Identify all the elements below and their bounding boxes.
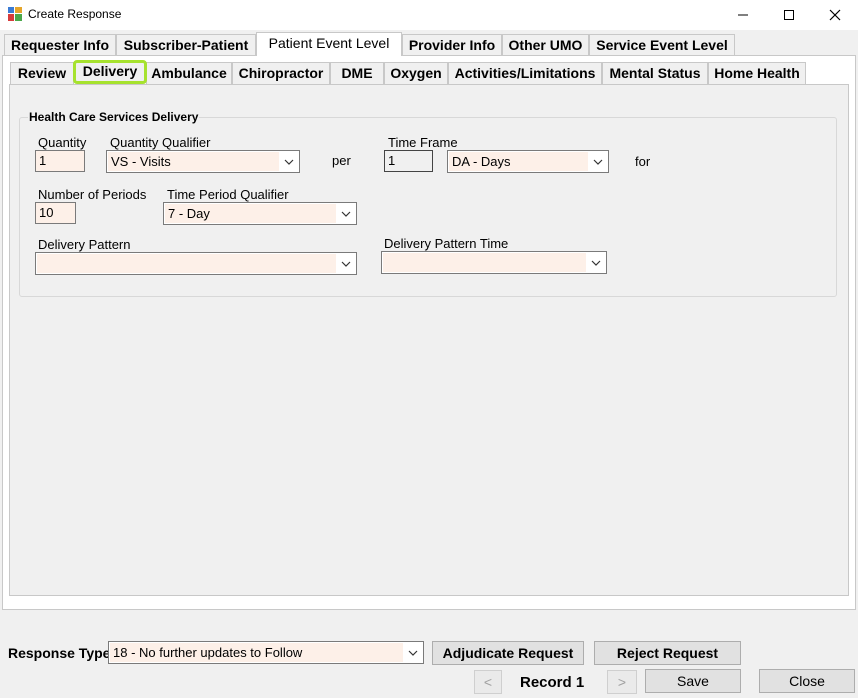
time-frame-input[interactable]: 1 — [384, 150, 433, 172]
number-of-periods-input[interactable]: 10 — [35, 202, 76, 224]
delivery-pattern-time-select[interactable] — [381, 251, 607, 274]
quantity-qualifier-value: VS - Visits — [108, 152, 279, 171]
group-title: Health Care Services Delivery — [28, 110, 200, 124]
reject-request-button[interactable]: Reject Request — [594, 641, 741, 665]
tab-subscriber-patient[interactable]: Subscriber-Patient — [116, 34, 256, 56]
subtab-home-health[interactable]: Home Health — [708, 62, 806, 84]
app-icon — [8, 7, 22, 21]
response-type-value: 18 - No further updates to Follow — [110, 643, 403, 662]
record-indicator: Record 1 — [520, 674, 585, 691]
quantity-qualifier-label: Quantity Qualifier — [110, 135, 211, 150]
close-window-button[interactable] — [812, 0, 858, 30]
save-button[interactable]: Save — [645, 669, 741, 693]
subtab-mental-status[interactable]: Mental Status — [602, 62, 708, 84]
time-frame-label: Time Frame — [388, 135, 458, 150]
time-period-qualifier-select[interactable]: 7 - Day — [163, 202, 357, 225]
per-label: per — [332, 153, 351, 168]
chevron-down-icon[interactable] — [586, 252, 606, 273]
tab-service-event-level[interactable]: Service Event Level — [589, 34, 735, 56]
tab-patient-event-level[interactable]: Patient Event Level — [256, 32, 402, 56]
for-label: for — [635, 154, 651, 169]
subtab-chiropractor[interactable]: Chiropractor — [232, 62, 330, 84]
title-bar: Create Response — [0, 0, 858, 30]
time-period-qualifier-label: Time Period Qualifier — [167, 187, 289, 202]
time-frame-unit-select[interactable]: DA - Days — [447, 150, 609, 173]
quantity-qualifier-select[interactable]: VS - Visits — [106, 150, 300, 173]
chevron-down-icon[interactable] — [279, 151, 299, 172]
previous-record-button[interactable]: < — [474, 670, 502, 694]
quantity-label: Quantity — [38, 135, 87, 150]
chevron-down-icon[interactable] — [336, 203, 356, 224]
maximize-icon — [784, 10, 794, 20]
tab-requester-info[interactable]: Requester Info — [4, 34, 116, 56]
minimize-button[interactable] — [720, 0, 766, 30]
minimize-icon — [738, 14, 748, 16]
quantity-input[interactable]: 1 — [35, 150, 85, 172]
tab-other-umo[interactable]: Other UMO — [502, 34, 589, 56]
chevron-down-icon[interactable] — [403, 642, 423, 663]
next-record-button[interactable]: > — [607, 670, 637, 694]
time-frame-unit-value: DA - Days — [449, 152, 588, 171]
delivery-pattern-select[interactable] — [35, 252, 357, 275]
chevron-down-icon[interactable] — [336, 253, 356, 274]
close-icon — [829, 9, 841, 21]
delivery-pattern-label: Delivery Pattern — [38, 237, 131, 252]
delivery-pattern-value — [37, 254, 336, 273]
window-title: Create Response — [28, 7, 122, 21]
subtab-review[interactable]: Review — [10, 62, 74, 84]
subtab-ambulance[interactable]: Ambulance — [146, 62, 232, 84]
subtab-dme[interactable]: DME — [330, 62, 384, 84]
tab-provider-info[interactable]: Provider Info — [402, 34, 502, 56]
delivery-pattern-time-value — [383, 253, 586, 272]
number-of-periods-label: Number of Periods — [38, 187, 147, 202]
adjudicate-request-button[interactable]: Adjudicate Request — [432, 641, 584, 665]
response-type-select[interactable]: 18 - No further updates to Follow — [108, 641, 424, 664]
response-type-label: Response Type — [8, 645, 111, 661]
subtab-activities-limitations[interactable]: Activities/Limitations — [448, 62, 602, 84]
subtab-oxygen[interactable]: Oxygen — [384, 62, 448, 84]
time-period-qualifier-value: 7 - Day — [165, 204, 336, 223]
maximize-button[interactable] — [766, 0, 812, 30]
close-button[interactable]: Close — [759, 669, 855, 693]
chevron-down-icon[interactable] — [588, 151, 608, 172]
delivery-pattern-time-label: Delivery Pattern Time — [384, 236, 509, 251]
subtab-delivery[interactable]: Delivery — [73, 60, 147, 84]
